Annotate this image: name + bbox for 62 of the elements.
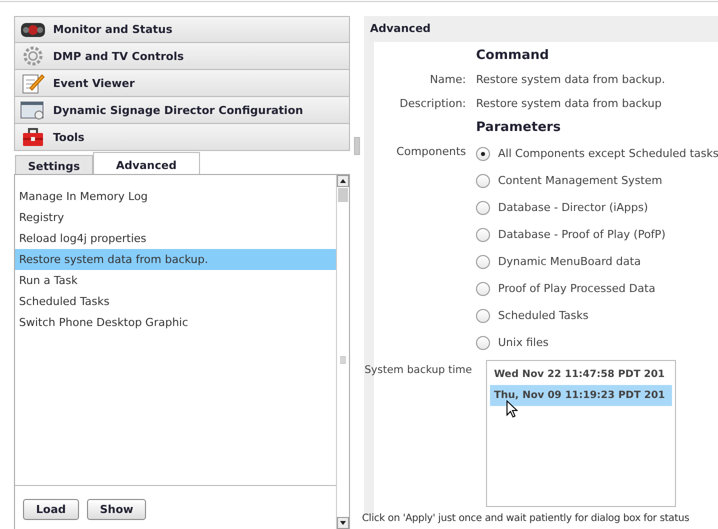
list-item[interactable]: Run a Task — [15, 270, 336, 291]
radio-button[interactable] — [476, 174, 490, 188]
nav-header-label: Event Viewer — [53, 76, 135, 90]
radio-label[interactable]: Database - Director (iApps) — [498, 201, 648, 214]
toolbox-icon — [21, 127, 45, 147]
radio-button[interactable] — [476, 282, 490, 296]
instruction-text: Click on 'Apply' just once and wait patiently for dialog box for status — [362, 513, 690, 524]
notepad-pencil-icon — [21, 72, 45, 94]
nav-header-label: DMP and TV Controls — [53, 50, 184, 62]
list-item[interactable]: Restore system data from backup. — [15, 249, 336, 270]
action-button[interactable]: Load — [23, 499, 79, 520]
nav-header[interactable]: Tools — [14, 124, 350, 151]
radio-label[interactable]: Scheduled Tasks — [498, 309, 588, 322]
nav-header-label: Monitor and Status — [53, 23, 172, 36]
tab[interactable]: Settings — [15, 155, 93, 175]
gear-icon — [21, 45, 45, 67]
scrollbar[interactable] — [336, 175, 349, 529]
nav-header[interactable]: Monitor and Status — [14, 16, 350, 43]
nav-header[interactable]: DMP and TV Controls — [14, 43, 350, 70]
backup-list[interactable]: Wed Nov 22 11:47:58 PDT 201 Thu, Nov 09 11:19:23 PDT 201 — [486, 360, 676, 507]
list-item[interactable]: Reload log4j properties — [15, 228, 336, 249]
list-item[interactable]: Switch Phone Desktop Graphic — [15, 312, 336, 333]
radio-button[interactable] — [476, 336, 490, 350]
splitter-handle[interactable] — [354, 137, 360, 155]
window-gear-icon — [20, 100, 46, 120]
section-heading: Parameters — [476, 119, 562, 137]
action-button[interactable]: Show — [86, 499, 146, 520]
radio-label[interactable]: Proof of Play Processed Data — [498, 282, 656, 295]
field-value: Restore system data from backup — [476, 96, 663, 112]
field-value: Restore system data from backup. — [476, 72, 666, 88]
field-label: System backup time — [364, 363, 472, 378]
panel-title: Advanced — [369, 21, 432, 37]
list-item[interactable]: Scheduled Tasks — [15, 291, 336, 312]
scroll-thumb[interactable] — [338, 188, 348, 202]
tab[interactable]: Advanced — [92, 152, 200, 175]
gauge-icon — [20, 20, 46, 38]
scroll-down-icon[interactable] — [337, 517, 349, 529]
radio-label[interactable]: Content Management System — [498, 174, 662, 187]
nav-header-label: Dynamic Signage Director Configuration — [53, 104, 304, 116]
list-item[interactable]: Wed Nov 22 11:47:58 PDT 201 — [490, 364, 672, 385]
list-item[interactable]: Thu, Nov 09 11:19:23 PDT 201 — [490, 385, 672, 406]
radio-button[interactable] — [476, 146, 490, 160]
radio-label[interactable]: Unix files — [498, 336, 549, 349]
radio-label[interactable]: All Components except Scheduled tasks — [498, 147, 718, 160]
radio-button[interactable] — [476, 254, 490, 268]
list-item[interactable]: Manage In Memory Log — [15, 186, 336, 207]
nav-header[interactable]: Dynamic Signage Director Configuration — [14, 97, 350, 124]
radio-button[interactable] — [476, 308, 490, 322]
radio-button[interactable] — [476, 200, 490, 214]
scroll-up-icon[interactable] — [337, 175, 349, 187]
field-label: Name: — [428, 72, 466, 88]
cursor-icon — [506, 400, 518, 418]
field-label: Components — [395, 144, 466, 160]
list-item[interactable]: Registry — [15, 207, 336, 228]
radio-label[interactable]: Database - Proof of Play (PofP) — [498, 228, 666, 241]
radio-button[interactable] — [476, 228, 490, 242]
nav-header[interactable]: Event Viewer — [14, 70, 350, 97]
field-label: Description: — [398, 96, 466, 112]
nav-header-label: Tools — [53, 130, 84, 144]
radio-label[interactable]: Dynamic MenuBoard data — [498, 255, 641, 268]
section-heading: Command — [476, 47, 550, 65]
grip-icon — [340, 356, 346, 364]
